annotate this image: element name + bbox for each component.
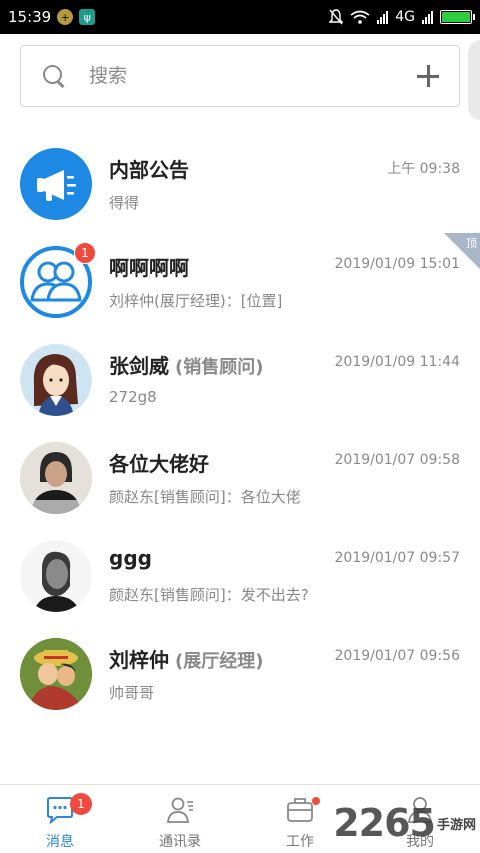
search-bar[interactable] — [20, 45, 460, 107]
signal-icon-2 — [422, 10, 433, 24]
chat-item-liuzizhong[interactable]: 刘梓仲 (展厅经理) 帅哥哥 2019/01/07 09:56 — [0, 625, 480, 723]
avatar — [20, 638, 92, 710]
avatar — [20, 442, 92, 514]
tab-unread-badge: 1 — [70, 793, 92, 815]
contacts-icon — [167, 797, 193, 823]
signal-icon — [377, 10, 389, 24]
chat-title: 各位大佬好 — [109, 452, 209, 476]
portrait-avatar — [20, 540, 92, 612]
wifi-icon — [350, 10, 370, 24]
status-bar: 15:39 + ψ 4G — [0, 0, 480, 34]
chat-item-ggg[interactable]: ggg 颜赵东[销售顾问]：发不出去? 2019/01/07 09:57 — [0, 527, 480, 625]
tab-label: 消息 — [46, 834, 74, 850]
add-icon[interactable] — [417, 65, 439, 87]
chat-title: 内部公告 — [109, 158, 189, 182]
status-time: 15:39 — [8, 8, 52, 26]
chat-title: 啊啊啊啊 — [109, 256, 189, 280]
site-watermark: 2265 手游网 — [333, 801, 476, 845]
chat-time: 2019/01/09 11:44 — [334, 354, 461, 370]
watermark-number: 2265 — [333, 801, 436, 845]
chat-title: ggg — [109, 546, 152, 570]
chat-title: 刘梓仲 — [109, 648, 169, 672]
chat-time: 2019/01/07 09:58 — [334, 452, 461, 468]
notification-chip-icon: + — [57, 9, 74, 25]
tab-contacts[interactable]: 通讯录 — [120, 785, 240, 853]
floating-edge-handle[interactable] — [468, 40, 480, 120]
chat-item-group-aaaa[interactable]: 顶 1 啊啊啊啊 刘梓仲(展厅经理)：[位置] 2019/01/09 15:01 — [0, 233, 480, 331]
avatar — [20, 540, 92, 612]
tab-messages[interactable]: 消息 1 — [0, 785, 120, 853]
chat-preview: 得得 — [109, 194, 140, 212]
avatar: 1 — [20, 242, 96, 318]
chat-preview: 帅哥哥 — [109, 684, 155, 702]
avatar — [20, 148, 92, 220]
bottom-tab-bar: 消息 1 通讯录 工作 我的 2265 手游网 — [0, 784, 480, 853]
chat-time: 2019/01/07 09:56 — [334, 648, 461, 664]
anime-avatar — [20, 638, 92, 710]
chat-item-zhangjianwei[interactable]: 张剑威 (销售顾问) 272g8 2019/01/09 11:44 — [0, 331, 480, 429]
chat-time: 上午 09:38 — [387, 161, 460, 177]
chat-list: 内部公告 得得 上午 09:38 顶 1 啊啊啊啊 刘梓仲(展厅经理)：[位置]… — [0, 135, 480, 723]
chat-item-group-dalao[interactable]: 各位大佬好 颜赵东[销售顾问]：各位大佬 2019/01/07 09:58 — [0, 429, 480, 527]
avatar — [20, 344, 92, 416]
tab-label: 工作 — [286, 834, 314, 850]
cartoon-avatar — [20, 344, 92, 416]
mute-icon — [329, 9, 344, 25]
chat-time: 2019/01/09 15:01 — [334, 256, 461, 272]
network-type: 4G — [395, 9, 415, 25]
chat-item-announcement[interactable]: 内部公告 得得 上午 09:38 — [0, 135, 480, 233]
tab-new-dot — [312, 797, 320, 805]
app-chip-icon: ψ — [79, 9, 96, 25]
tab-label: 通讯录 — [159, 834, 201, 850]
chat-time: 2019/01/07 09:57 — [334, 550, 461, 566]
megaphone-icon — [20, 148, 92, 220]
battery-icon — [440, 10, 475, 24]
chat-role: (展厅经理) — [175, 651, 264, 672]
briefcase-icon — [287, 798, 313, 822]
watermark-text: 手游网 — [436, 817, 476, 833]
chat-preview: 颜赵东[销售顾问]：各位大佬 — [109, 488, 301, 506]
chat-role: (销售顾问) — [175, 357, 264, 378]
chat-preview: 272g8 — [109, 388, 157, 406]
unread-badge: 1 — [74, 242, 96, 264]
search-input[interactable] — [89, 65, 417, 87]
chat-title: 张剑威 — [109, 354, 169, 378]
app-screen: 15:39 + ψ 4G 搜索 内部公告 得得 上午 09:38 顶 1 啊啊啊… — [0, 0, 480, 853]
chat-preview: 刘梓仲(展厅经理)：[位置] — [109, 292, 283, 310]
search-icon[interactable] — [41, 63, 67, 89]
chat-preview: 颜赵东[销售顾问]：发不出去? — [109, 586, 309, 604]
group-photo-avatar — [20, 442, 92, 514]
